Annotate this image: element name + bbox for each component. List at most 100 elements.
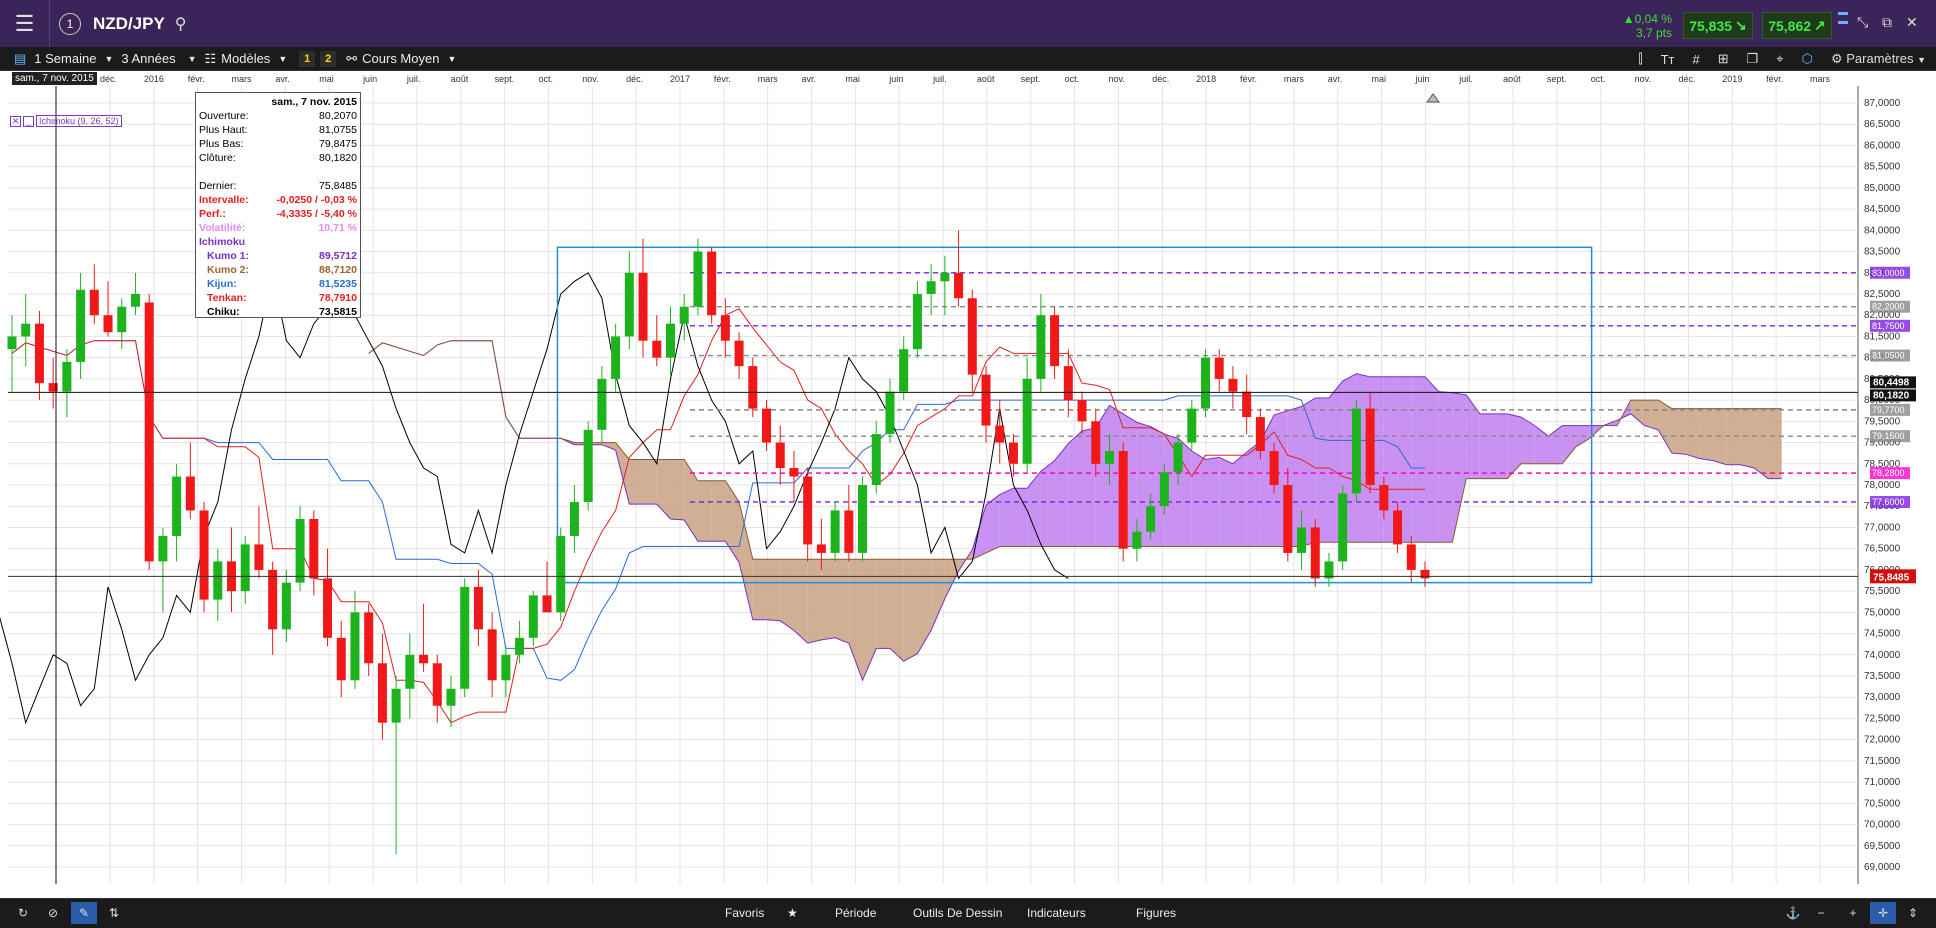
kumo-cloud [1425,376,1439,543]
buy-button[interactable]: 75,862 ↗ [1762,12,1832,39]
chevron-down-icon: ▼ [1917,55,1926,65]
crosshair-mode-icon[interactable]: ✛ [1870,902,1896,924]
popout-icon[interactable]: ⧉ [1882,14,1892,31]
kumo-cloud [1479,413,1494,479]
kumo-cloud [807,559,822,644]
settings-button[interactable]: ⚙ Paramètres ▼ [1831,51,1926,67]
chart-type-label: Cours Moyen [362,51,440,66]
candle-body [144,302,154,562]
chevron-down-icon: ▼ [104,53,114,64]
text-size-icon[interactable]: Tт [1661,52,1675,67]
collapse-icon[interactable]: ⤡ [1857,14,1868,31]
info-row: Chiku: 73,5815 [199,305,357,319]
info-row: Kumo 1: 89,5712 [199,249,357,263]
minimize-indicator-icon[interactable]: _ [23,115,34,127]
candle-body [240,544,250,592]
fit-icon[interactable]: ⇕ [1900,902,1926,924]
kumo-cloud [1411,376,1425,543]
ohlc-info-box: sam., 7 nov. 2015 Ouverture: 80,2070 Plus … [195,92,361,318]
candle-body [679,306,689,324]
candle-body [1077,400,1087,422]
kumo-cloud [1767,408,1782,479]
x-tick-label: févr. [1766,74,1783,84]
info-label: Chiku: [207,306,240,318]
template-slot-1[interactable]: 1 [299,50,316,67]
y-tick-label: 75,0000 [1864,607,1901,618]
chart-type-dropdown[interactable]: ⚯ Cours Moyen ▼ [346,51,456,67]
x-tick-label: juin [1414,74,1429,84]
x-tick-label: mars [1810,74,1830,84]
period-dropdown[interactable]: 1 Semaine ▼ [34,51,113,66]
candle-body [858,485,868,553]
chevron-down-icon: ▼ [447,53,457,64]
sell-button[interactable]: 75,835 ↘ [1683,12,1753,39]
y-tick-label: 76,5000 [1864,544,1901,555]
candle-body [268,569,278,630]
menu-icon[interactable]: ☰ [0,0,50,47]
favorites-button[interactable]: Favoris [725,906,764,920]
candle-body [1420,569,1430,579]
x-tick-label: mai [1372,74,1387,84]
info-label: Plus Bas: [199,138,244,150]
cursor-tool-icon[interactable]: ⇅ [101,902,127,924]
info-row: Plus Bas: 79,8475 [199,137,357,151]
drawing-tools-button[interactable]: Outils De Dessin [913,906,1002,920]
range-dropdown[interactable]: 3 Années ▼ [121,51,196,66]
range-label: 3 Années [121,51,176,66]
indicator-name[interactable]: Ichimoku (9, 26, 52) [36,115,122,127]
y-tick-label: 84,5000 [1864,204,1901,215]
chevron-down-icon: ▼ [278,53,288,64]
star-icon[interactable]: ★ [787,906,798,920]
candle-body [364,612,374,664]
candle-body [432,663,442,706]
sliders-icon: ☷ [204,50,217,66]
x-tick-label: déc. [100,74,117,84]
instrument-symbol[interactable]: NZD/JPY [93,14,165,34]
candle-body [1310,527,1320,579]
figures-button[interactable]: Figures [1136,906,1176,920]
period-button[interactable]: Période [835,906,876,920]
tag-icon[interactable]: ⬡ [1802,51,1813,67]
x-tick-label: 2019 [1722,74,1742,84]
candle-body [254,544,264,570]
x-tick-label: juil. [1458,74,1473,84]
info-value: 80,2070 [319,110,357,122]
pencil-icon[interactable]: ✎ [71,902,97,924]
x-tick-label: 2017 [670,74,690,84]
kumo-cloud [999,488,1014,547]
panel-icon[interactable]: ⫿ [1638,51,1642,67]
anchor-icon[interactable]: ⚓ [1780,902,1806,924]
kumo-cloud [1246,441,1261,547]
info-row: Clôture: 80,1820 [199,151,357,165]
indicators-button[interactable]: Indicateurs [1027,906,1086,920]
search-icon[interactable]: ⚲ [175,14,187,34]
candle-body [611,336,621,379]
refresh-icon[interactable]: ↻ [10,902,36,924]
crosshair-icon[interactable]: ⌖ [1776,51,1783,67]
clear-icon[interactable]: ⊘ [40,902,66,924]
models-dropdown[interactable]: ☷ Modèles ▼ [205,51,288,67]
x-tick-label: avr. [275,74,290,84]
candle-body [995,425,1005,443]
info-row: Plus Haut: 81,0755 [199,123,357,137]
copy-icon[interactable]: ❐ [1747,51,1759,67]
info-label: Perf.: [199,208,226,220]
list-icon[interactable]: ▤ [14,51,26,67]
x-tick-label: juil. [932,74,947,84]
zoom-in-icon[interactable]: + [1840,902,1866,924]
candle-body [1228,378,1238,392]
x-tick-label: nov. [582,74,598,84]
kumo-cloud [1068,430,1083,547]
close-icon[interactable]: ✕ [1906,14,1918,31]
candle-body [542,595,552,613]
candle-body [1050,315,1060,367]
remove-indicator-icon[interactable]: ✕ [10,115,21,127]
grid-icon[interactable]: # [1692,52,1699,67]
candle-body [652,340,662,358]
info-icon[interactable]: 1 [59,12,81,35]
layout-icon[interactable]: ▬ ▬ [1838,8,1848,27]
kumo-cloud [1315,397,1329,543]
zoom-out-icon[interactable]: − [1808,902,1834,924]
grid-alt-icon[interactable]: ⊞ [1718,51,1729,67]
template-slot-2[interactable]: 2 [320,50,337,67]
